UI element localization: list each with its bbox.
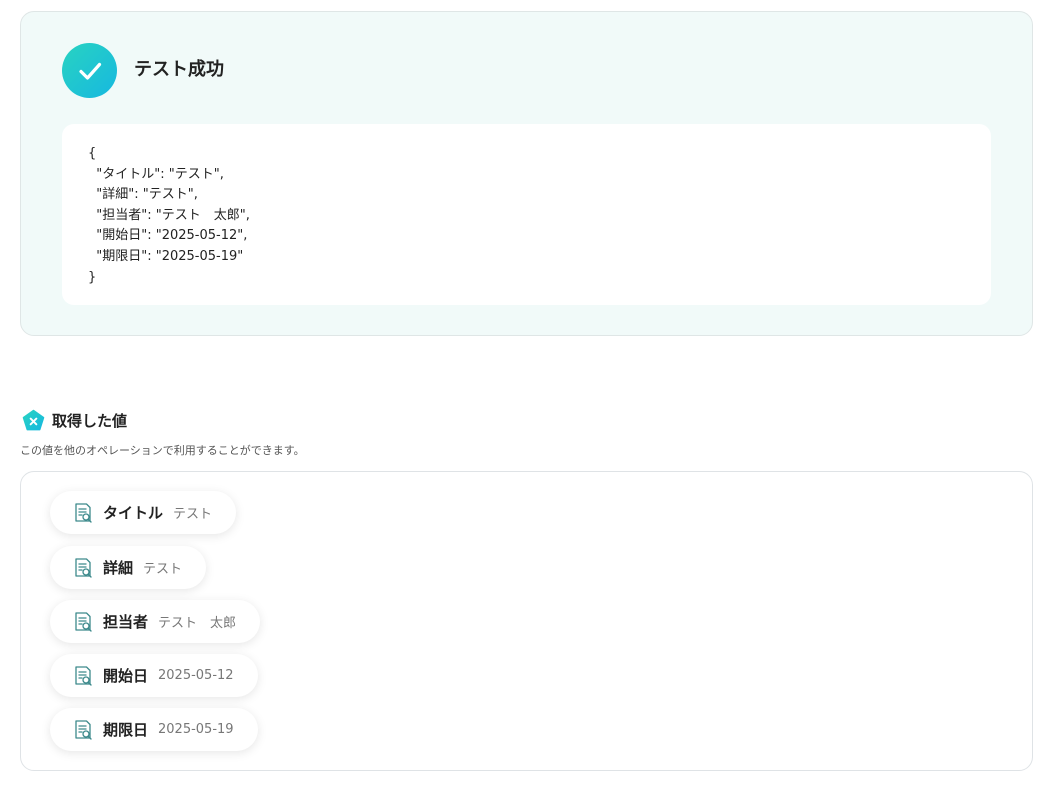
json-line: "タイトル": "テスト",	[88, 166, 224, 182]
chip-value: 2025-05-19	[158, 722, 234, 737]
value-chip-title[interactable]: タイトル テスト	[50, 491, 237, 534]
values-panel: タイトル テスト 詳細 テスト 担当者 テスト 太郎 開始日 2025-05-1…	[20, 471, 1033, 771]
chip-label: 期限日	[103, 721, 149, 739]
json-line: "開始日": "2025-05-12",	[88, 228, 248, 244]
value-chip-detail[interactable]: 詳細 テスト	[50, 546, 207, 589]
document-search-icon	[75, 557, 92, 578]
document-search-icon	[75, 502, 92, 523]
json-line: {	[88, 146, 97, 161]
document-search-icon	[75, 665, 92, 686]
document-search-icon	[75, 611, 92, 632]
json-line: "担当者": "テスト 太郎",	[88, 207, 250, 223]
value-chip-assignee[interactable]: 担当者 テスト 太郎	[50, 600, 261, 643]
document-search-icon	[75, 719, 92, 740]
chip-label: タイトル	[103, 504, 164, 522]
chip-value: テスト 太郎	[158, 616, 237, 631]
value-chip-due-date[interactable]: 期限日 2025-05-19	[50, 708, 258, 751]
chip-label: 担当者	[103, 613, 149, 631]
chip-value: テスト	[143, 562, 183, 577]
value-chip-start-date[interactable]: 開始日 2025-05-12	[50, 654, 258, 697]
chip-label: 開始日	[103, 667, 149, 685]
json-output: { "タイトル": "テスト", "詳細": "テスト", "担当者": "テス…	[62, 124, 991, 305]
values-section-description: この値を他のオペレーションで利用することができます。	[20, 444, 305, 457]
json-line: }	[88, 269, 97, 285]
json-line: "期限日": "2025-05-19"	[88, 248, 244, 264]
values-section-header: 取得した値	[22, 409, 127, 432]
yoom-pentagon-icon	[22, 409, 45, 431]
result-title: テスト成功	[134, 59, 224, 80]
chip-value: テスト	[173, 507, 213, 522]
json-line: "詳細": "テスト",	[88, 187, 198, 203]
values-section-title: 取得した値	[52, 411, 128, 430]
chip-label: 詳細	[103, 559, 134, 577]
check-circle-icon	[62, 43, 117, 98]
chip-value: 2025-05-12	[158, 668, 234, 683]
test-result-panel: テスト成功 { "タイトル": "テスト", "詳細": "テスト", "担当者…	[20, 11, 1033, 336]
